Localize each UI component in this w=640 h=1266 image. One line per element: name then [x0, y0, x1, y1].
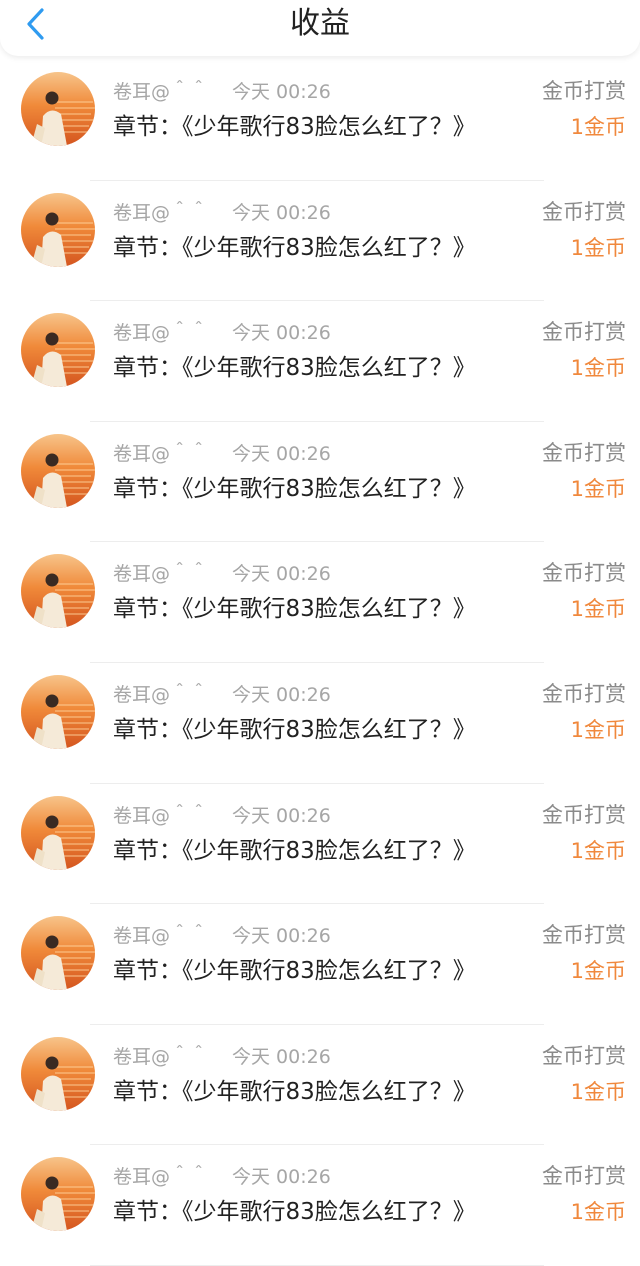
reward-amount: 1金币 [570, 115, 626, 139]
avatar-image [21, 674, 95, 749]
income-list-item[interactable]: 卷耳@＾＾ 今天 00:26 章节：《少年歌行83脸怎么红了？》 金币打赏 1金… [0, 663, 640, 784]
timestamp: 今天 00:26 [232, 804, 331, 827]
income-list-item[interactable]: 卷耳@＾＾ 今天 00:26 章节：《少年歌行83脸怎么红了？》 金币打赏 1金… [0, 1145, 640, 1266]
avatar[interactable] [21, 72, 95, 146]
avatar-image [21, 313, 95, 388]
reward-amount: 1金币 [570, 959, 626, 984]
income-list-item[interactable]: 卷耳@＾＾ 今天 00:26 章节：《少年歌行83脸怎么红了？》 金币打赏 1金… [0, 542, 640, 663]
timestamp: 今天 00:26 [232, 322, 331, 345]
income-list-item[interactable]: 卷耳@＾＾ 今天 00:26 章节：《少年歌行83脸怎么红了？》 金币打赏 1金… [0, 301, 640, 422]
income-list-item[interactable]: 卷耳@＾＾ 今天 00:26 章节：《少年歌行83脸怎么红了？》 金币打赏 1金… [0, 904, 640, 1025]
chapter-title: 章节：《少年歌行83脸怎么红了？》 [113, 234, 476, 261]
reward-amount: 1金币 [570, 476, 626, 501]
avatar-image [21, 1036, 95, 1111]
user-name: 卷耳@＾＾ [113, 804, 209, 827]
page-title: 收益 [290, 6, 350, 41]
reward-type-label: 金币打赏 [542, 1164, 626, 1189]
user-name: 卷耳@＾＾ [113, 1166, 209, 1189]
avatar[interactable] [21, 1157, 95, 1232]
user-name: 卷耳@＾＾ [113, 563, 209, 586]
chapter-title: 章节：《少年歌行83脸怎么红了？》 [113, 596, 476, 623]
avatar[interactable] [21, 554, 95, 629]
income-list: 卷耳@＾＾ 今天 00:26 章节：《少年歌行83脸怎么红了？》 金币打赏 1金… [0, 60, 640, 1266]
chapter-title: 章节：《少年歌行83脸怎么红了？》 [113, 958, 476, 985]
reward-amount: 1金币 [570, 235, 626, 260]
chapter-title: 章节：《少年歌行83脸怎么红了？》 [113, 355, 476, 382]
reward-amount: 1金币 [570, 1200, 626, 1225]
avatar[interactable] [21, 313, 95, 388]
chapter-title: 章节：《少年歌行83脸怎么红了？》 [113, 837, 476, 864]
chapter-title: 章节：《少年歌行83脸怎么红了？》 [113, 1199, 476, 1226]
reward-type-label: 金币打赏 [542, 1043, 626, 1068]
top-nav-bar: 收益 [0, 0, 640, 56]
user-name: 卷耳@＾＾ [113, 683, 209, 706]
avatar[interactable] [21, 1036, 95, 1111]
reward-type-label: 金币打赏 [542, 79, 626, 103]
avatar-image [21, 916, 95, 991]
reward-amount: 1金币 [570, 838, 626, 863]
timestamp: 今天 00:26 [232, 1045, 331, 1068]
timestamp: 今天 00:26 [232, 683, 331, 706]
chapter-title: 章节：《少年歌行83脸怎么红了？》 [113, 475, 476, 502]
timestamp: 今天 00:26 [232, 81, 331, 103]
reward-type-label: 金币打赏 [542, 681, 626, 706]
reward-type-label: 金币打赏 [542, 199, 626, 224]
income-list-item[interactable]: 卷耳@＾＾ 今天 00:26 章节：《少年歌行83脸怎么红了？》 金币打赏 1金… [0, 784, 640, 905]
avatar-image [21, 72, 95, 146]
avatar-image [21, 1157, 95, 1232]
timestamp: 今天 00:26 [232, 1166, 331, 1189]
reward-amount: 1金币 [570, 597, 626, 622]
avatar-image [21, 192, 95, 267]
reward-type-label: 金币打赏 [542, 320, 626, 345]
reward-amount: 1金币 [570, 356, 626, 381]
timestamp: 今天 00:26 [232, 925, 331, 948]
user-name: 卷耳@＾＾ [113, 1045, 209, 1068]
reward-amount: 1金币 [570, 1079, 626, 1104]
reward-type-label: 金币打赏 [542, 802, 626, 827]
avatar-image [21, 554, 95, 629]
timestamp: 今天 00:26 [232, 201, 331, 224]
user-name: 卷耳@＾＾ [113, 81, 209, 103]
chapter-title: 章节：《少年歌行83脸怎么红了？》 [113, 716, 476, 743]
income-list-item[interactable]: 卷耳@＾＾ 今天 00:26 章节：《少年歌行83脸怎么红了？》 金币打赏 1金… [0, 1025, 640, 1146]
avatar[interactable] [21, 916, 95, 991]
user-name: 卷耳@＾＾ [113, 442, 209, 465]
income-list-item[interactable]: 卷耳@＾＾ 今天 00:26 章节：《少年歌行83脸怎么红了？》 金币打赏 1金… [0, 181, 640, 302]
avatar-image [21, 433, 95, 508]
income-list-item[interactable]: 卷耳@＾＾ 今天 00:26 章节：《少年歌行83脸怎么红了？》 金币打赏 1金… [0, 422, 640, 543]
avatar[interactable] [21, 674, 95, 749]
reward-type-label: 金币打赏 [542, 440, 626, 465]
timestamp: 今天 00:26 [232, 442, 331, 465]
user-name: 卷耳@＾＾ [113, 925, 209, 948]
chapter-title: 章节：《少年歌行83脸怎么红了？》 [113, 114, 476, 140]
reward-type-label: 金币打赏 [542, 561, 626, 586]
reward-amount: 1金币 [570, 717, 626, 742]
avatar[interactable] [21, 433, 95, 508]
avatar[interactable] [21, 795, 95, 870]
avatar[interactable] [21, 192, 95, 267]
user-name: 卷耳@＾＾ [113, 201, 209, 224]
reward-type-label: 金币打赏 [542, 923, 626, 948]
avatar-image [21, 795, 95, 870]
timestamp: 今天 00:26 [232, 563, 331, 586]
user-name: 卷耳@＾＾ [113, 322, 209, 345]
chapter-title: 章节：《少年歌行83脸怎么红了？》 [113, 1078, 476, 1105]
income-list-item[interactable]: 卷耳@＾＾ 今天 00:26 章节：《少年歌行83脸怎么红了？》 金币打赏 1金… [0, 60, 640, 181]
